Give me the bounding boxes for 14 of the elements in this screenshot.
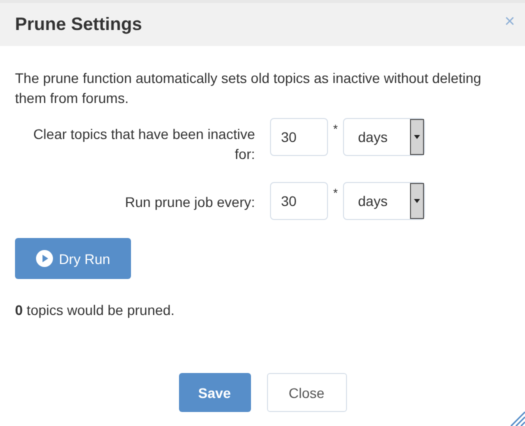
unit-dropdown[interactable]: days (343, 182, 425, 220)
description-text: The prune function automatically sets old topics as inactive without deleting them from forums. (15, 69, 482, 108)
number-field[interactable]: 30 (270, 118, 328, 156)
play-icon (36, 250, 53, 267)
resize-grip-icon (509, 410, 525, 426)
result-text: 0 topics would be pruned. (15, 302, 176, 318)
close-button[interactable]: Close (266, 373, 346, 412)
multiply-sign: * (332, 186, 339, 200)
multiply-sign: * (332, 122, 339, 136)
field-label: Clear topics that have been inactive for: (32, 125, 255, 164)
unit-dropdown[interactable]: days (343, 118, 425, 156)
number-field[interactable]: 30 (270, 182, 328, 220)
field-label: Run prune job every: (124, 193, 255, 212)
dialog-title: Prune Settings (15, 14, 142, 35)
